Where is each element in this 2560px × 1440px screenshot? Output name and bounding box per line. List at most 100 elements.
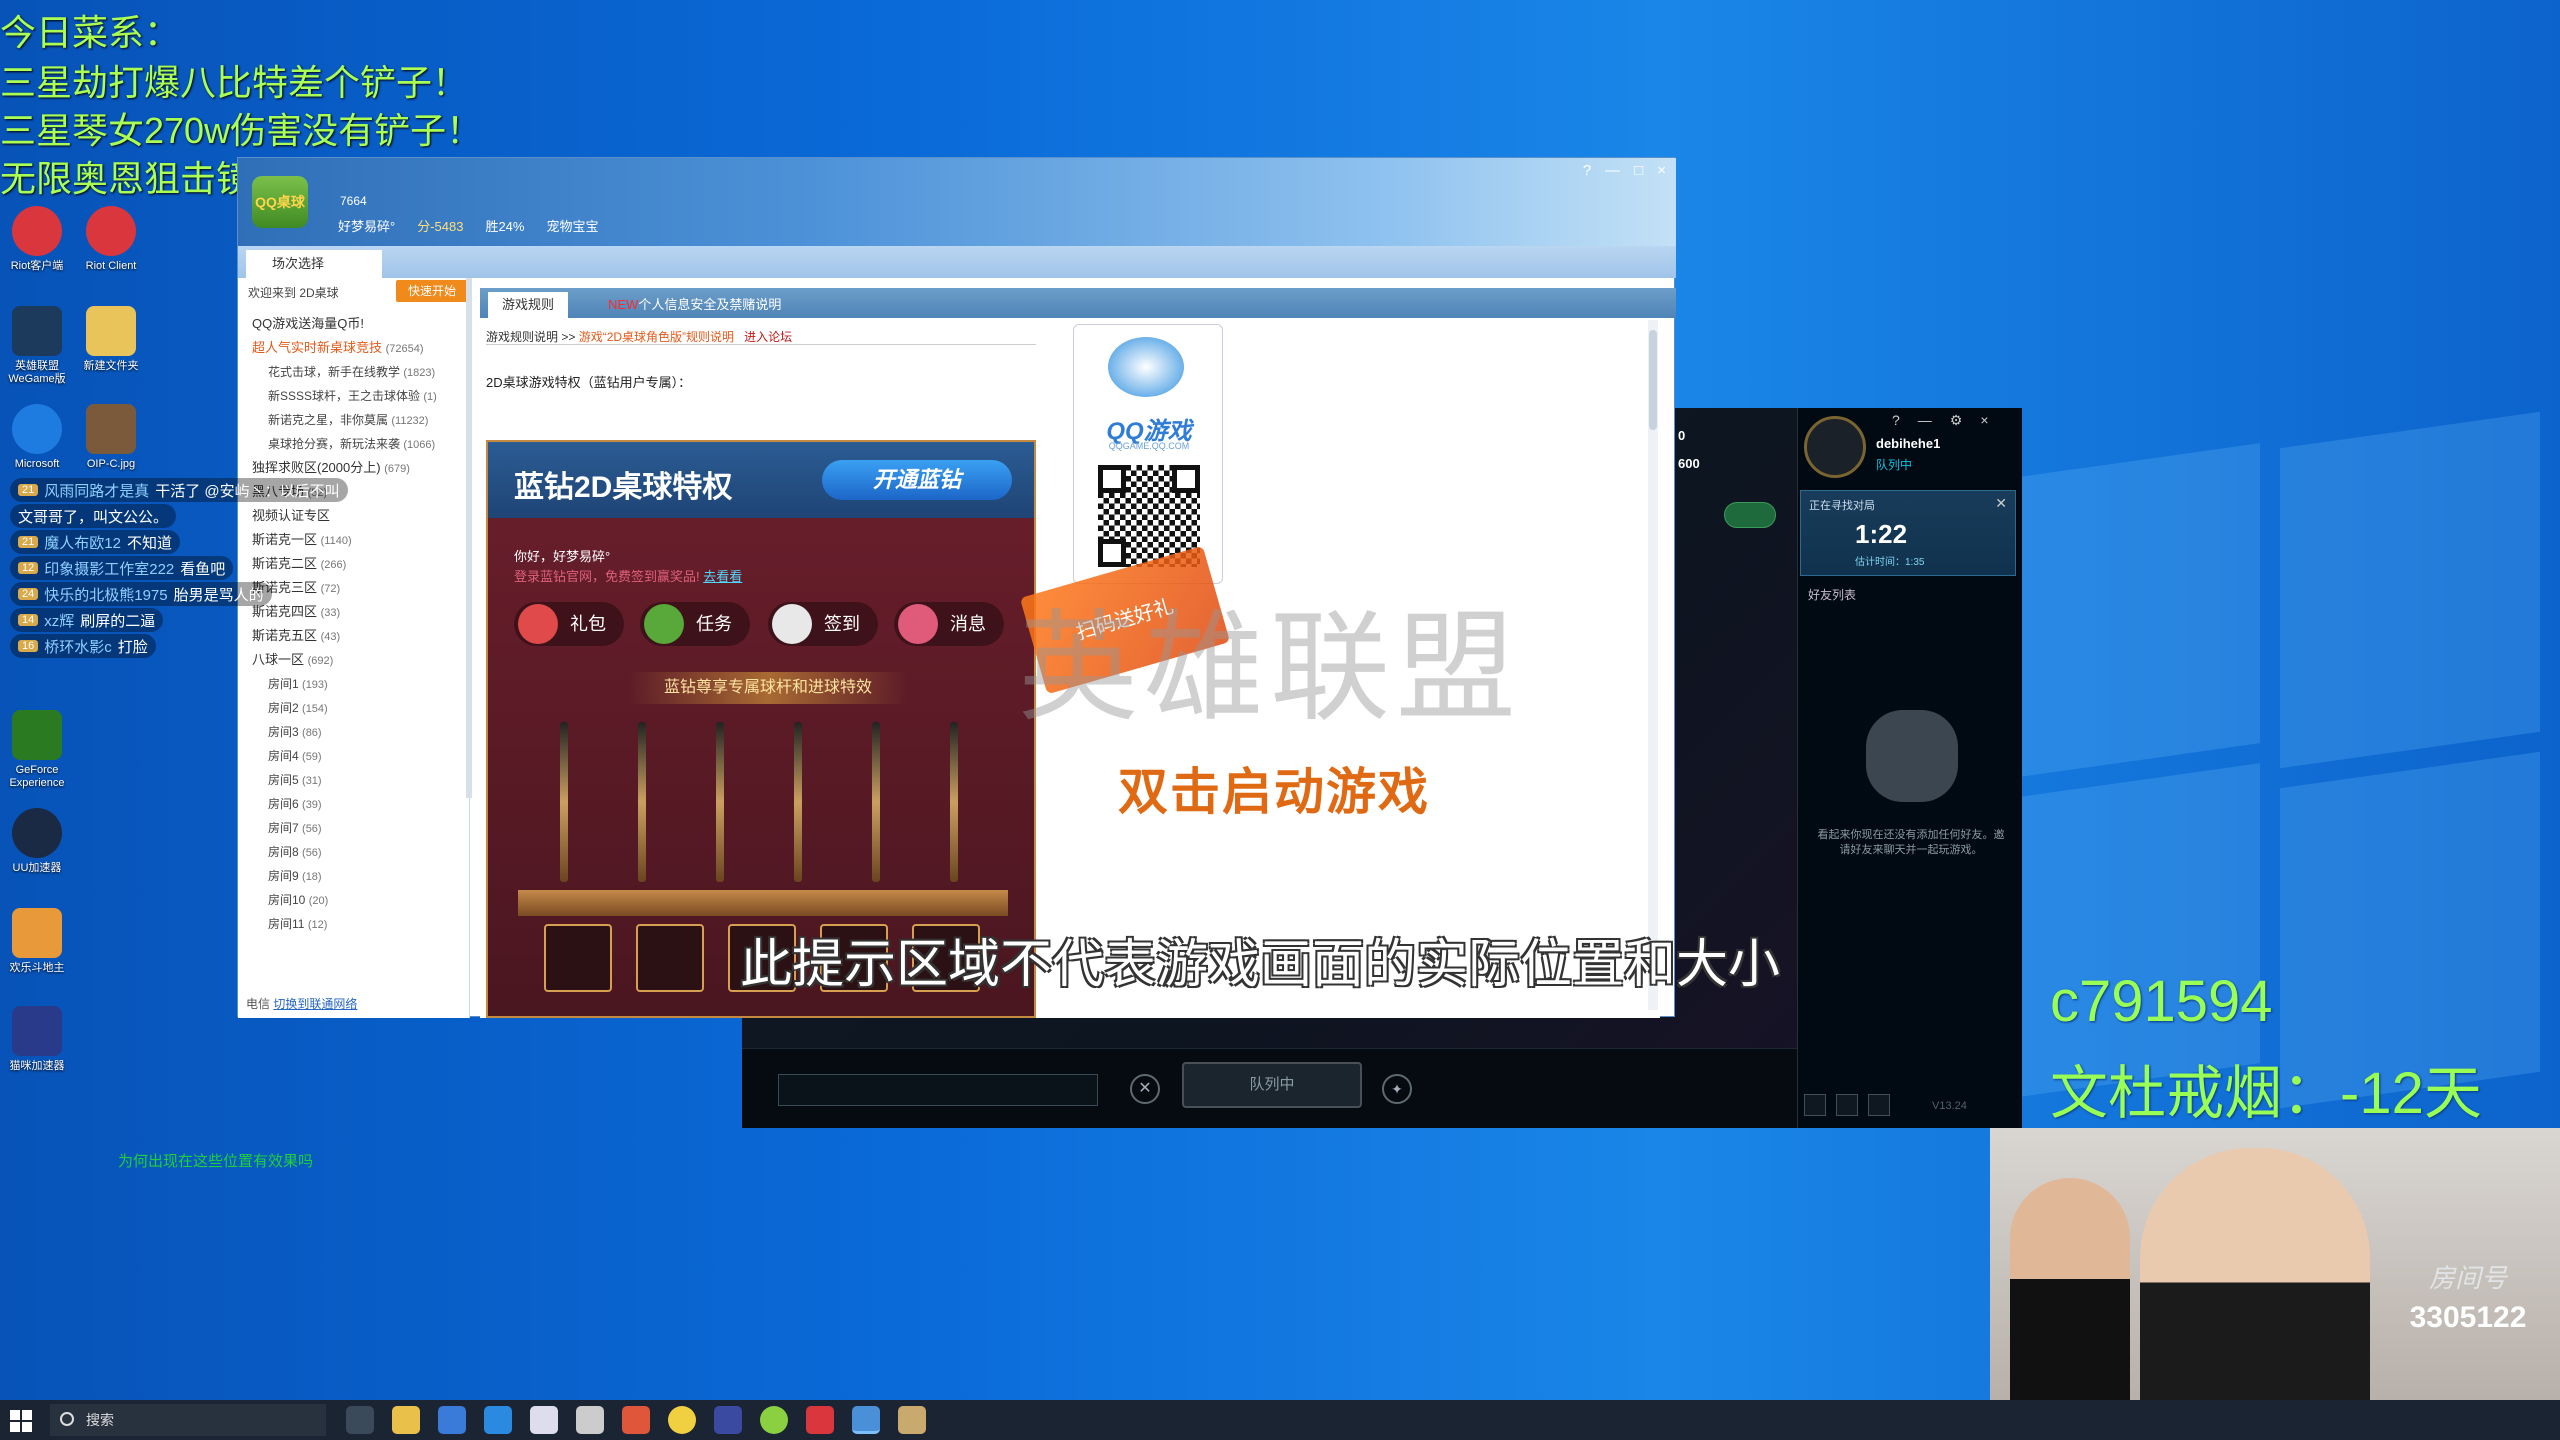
content-scrollbar[interactable] [1648,320,1658,1010]
lol-settings-icon[interactable]: ⚙ [1950,412,1963,429]
room-tree-item-count: (18) [302,871,322,883]
checkin-icon [772,604,812,644]
qq-welcome-text: 欢迎来到 2D桌球 [248,286,339,300]
chat-username[interactable]: xz辉 [44,610,74,631]
message-label: 消息 [950,614,986,634]
cue-stick [950,722,958,882]
lol-close-icon[interactable]: × [1980,412,1988,429]
lol-chat-icon[interactable] [1804,1094,1826,1116]
double-click-launch-text[interactable]: 双击启动游戏 [1118,752,1430,824]
desktop-icon-lol-wegame[interactable]: 英雄联盟WeGame版 [2,306,72,386]
scrollbar-thumb[interactable] [1649,330,1657,430]
lol-party-icon[interactable]: ✦ [1382,1074,1412,1104]
app-icon[interactable] [622,1406,650,1434]
checkin-button[interactable]: 签到 [768,602,878,646]
qq-close-icon[interactable]: × [1657,162,1666,179]
app-icon[interactable] [576,1406,604,1434]
desktop-icon-new-folder[interactable]: 新建文件夹 [76,306,146,373]
desktop-icon-geforce[interactable]: GeForce Experience [2,710,72,790]
room-tree-item[interactable]: 房间7 (56) [244,816,464,840]
chat-level-badge: 21 [18,536,39,548]
room-tree-item[interactable]: QQ游戏送海量Q币! [244,312,464,336]
app-icon[interactable] [760,1406,788,1434]
room-tree-item[interactable]: 房间2 (154) [244,696,464,720]
lol-missions-icon[interactable] [1836,1094,1858,1116]
qq-game-icon[interactable] [852,1406,880,1434]
room-tree-item[interactable]: 独挥求败区(2000分上) (679) [244,456,464,480]
room-tree-item-count: (20) [308,895,329,907]
open-blue-diamond-button[interactable]: 开通蓝钻 [822,460,1012,500]
lol-icon[interactable] [898,1406,926,1434]
desktop-icon-doudizhu[interactable]: 欢乐斗地主 [2,908,72,975]
crumb-game-rules[interactable]: 游戏“2D桌球角色版”规则说明 [579,330,734,344]
desktop-icon-riot-client-cn[interactable]: Riot客户端 [2,206,72,273]
room-tree-item[interactable]: 房间9 (18) [244,864,464,888]
tab-room-select[interactable]: 场次选择 [246,250,382,278]
tab-privacy[interactable]: NEW个人信息安全及禁赌说明 [594,292,795,318]
task-view-icon[interactable] [346,1406,374,1434]
qq-maximize-icon[interactable]: □ [1634,162,1643,179]
desktop-icon-image-file[interactable]: OIP-C.jpg [76,404,146,471]
desktop-icon-accelerator[interactable]: 猫咪加速器 [2,1006,72,1073]
qq-minimize-icon[interactable]: — [1605,162,1620,179]
room-tree-item[interactable]: 房间11 (12) [244,912,464,936]
chat-username[interactable]: 快乐的北极熊1975 [44,584,167,605]
lol-profile-avatar[interactable] [1804,416,1866,478]
notepad-icon[interactable] [530,1406,558,1434]
room-tree-item[interactable]: 房间5 (31) [244,768,464,792]
desktop-icon-edge[interactable]: Microsoft [2,404,72,471]
qq-pet[interactable]: 宠物宝宝 [546,216,598,235]
crumb-rules[interactable]: 游戏规则说明 [486,330,558,344]
qq-help-icon[interactable]: ? [1583,162,1591,179]
room-tree-scrollbar[interactable] [466,278,472,798]
room-tree-item-count: (12) [307,919,328,931]
room-tree-item[interactable]: 超人气实时新桌球竞技 (72654) [244,336,464,360]
lol-minimize-icon[interactable]: — [1918,412,1932,429]
tab-game-rules[interactable]: 游戏规则 [488,292,569,318]
app-icon[interactable] [714,1406,742,1434]
desktop-icon-riot-client[interactable]: Riot Client [76,206,146,273]
gift-button[interactable]: 礼包 [514,602,624,646]
switch-network-link[interactable]: 切换到联通网络 [273,997,357,1011]
banner-link[interactable]: 去看看 [703,569,742,584]
chat-username[interactable]: 桥环水影c [44,636,112,657]
room-tree-item[interactable]: 房间10 (20) [244,888,464,912]
room-tree-item[interactable]: 房间6 (39) [244,792,464,816]
room-tree-item[interactable]: 房间8 (56) [244,840,464,864]
message-button[interactable]: 消息 [894,602,1004,646]
lol-mic-icon[interactable] [1868,1094,1890,1116]
room-tree-item[interactable]: 房间4 (59) [244,744,464,768]
room-tree-item[interactable]: 新SSSS球杆，王之击球体验 (1) [244,384,464,408]
lol-queue-timer: 1:22 [1855,519,1908,549]
file-explorer-icon[interactable] [392,1406,420,1434]
room-tree-item[interactable]: 桌球抢分赛，新玩法来袭 (1066) [244,432,464,456]
desktop-icon-uu[interactable]: UU加速器 [2,808,72,875]
crumb-forum[interactable]: 进入论坛 [744,330,792,344]
start-icon[interactable] [10,1410,32,1432]
app-icon[interactable] [668,1406,696,1434]
quick-start-button[interactable]: 快速开始 [396,280,468,302]
room-tree-item[interactable]: 房间3 (86) [244,720,464,744]
task-button[interactable]: 任务 [640,602,750,646]
riot-icon[interactable] [806,1406,834,1434]
chat-username[interactable]: 印象摄影工作室222 [44,558,174,579]
lol-cancel-queue-icon[interactable]: ✕ [1130,1074,1160,1104]
room-tree-item[interactable]: 花式击球，新手在线教学 (1823) [244,360,464,384]
lol-help-icon[interactable]: ? [1892,412,1900,429]
lol-empty-friends-icon [1866,710,1958,802]
room-tree-item[interactable]: 房间1 (193) [244,672,464,696]
room-tree-item-label: 房间3 [268,725,299,739]
store-icon[interactable] [438,1406,466,1434]
cue-rack [518,890,1008,916]
chat-username[interactable]: 魔人布欧12 [44,532,121,553]
mail-icon[interactable] [484,1406,512,1434]
lol-toggle[interactable] [1724,502,1776,528]
chat-username[interactable]: 风雨同路才是真 [44,480,149,501]
tab-privacy-label: 个人信息安全及禁赌说明 [638,297,782,312]
lol-queue-button[interactable]: 队列中 [1182,1062,1362,1108]
cue-stick [638,722,646,882]
lol-chat-input[interactable] [778,1074,1098,1106]
lol-find-close-icon[interactable]: ✕ [1995,495,2007,512]
room-tree-item[interactable]: 新诺克之星，非你莫属 (11232) [244,408,464,432]
taskbar-search[interactable]: 搜索 [50,1404,326,1436]
